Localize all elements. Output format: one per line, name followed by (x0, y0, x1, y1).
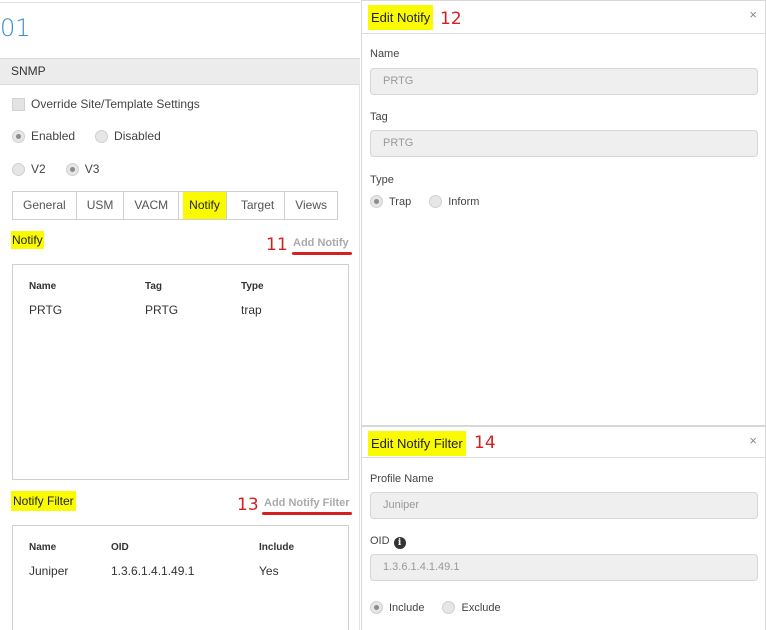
notify-col-tag: Tag (145, 281, 163, 292)
v3-label: V3 (84, 162, 100, 176)
filter-col-include: Include (259, 542, 295, 553)
trap-label: Trap (389, 195, 412, 208)
notify-list: Name Tag Type PRTG PRTG trap (12, 264, 349, 480)
notify-filter-section-title: Notify Filter (11, 491, 76, 511)
profile-name-field[interactable]: Juniper (370, 492, 758, 519)
notify-col-name: Name (29, 281, 57, 292)
v3-radio[interactable] (65, 162, 79, 176)
inform-radio[interactable] (429, 195, 443, 208)
filter-col-name: Name (29, 542, 57, 553)
disabled-label: Disabled (114, 129, 161, 143)
tab-vacm[interactable]: VACM (124, 192, 180, 219)
tag-label: Tag (370, 111, 388, 123)
edit-notify-filter-header: Edit Notify Filter 14 × (362, 427, 765, 458)
close-icon[interactable]: × (749, 433, 757, 448)
tab-general[interactable]: General (13, 192, 77, 219)
notify-filter-list: Name OID Include Juniper 1.3.6.1.4.1.49.… (12, 525, 349, 630)
enabled-label: Enabled (31, 129, 76, 143)
filter-col-oid: OID (111, 542, 129, 553)
annotation-11: 11 (266, 235, 288, 255)
snmp-section-header: SNMP (0, 58, 360, 85)
trap-radio[interactable] (370, 195, 383, 208)
oid-label-row: OID i (370, 535, 406, 549)
tab-views[interactable]: Views (285, 192, 337, 219)
type-label: Type (370, 174, 394, 186)
version-radio-group: V2 V3 (12, 162, 99, 176)
override-checkbox[interactable] (12, 97, 25, 111)
table-row[interactable]: PRTG PRTG trap (13, 299, 348, 321)
v2-label: V2 (31, 162, 46, 176)
tab-usm[interactable]: USM (77, 192, 125, 219)
add-notify-filter-link[interactable]: Add Notify Filter (264, 497, 350, 509)
annotation-underline-13 (262, 512, 352, 515)
tab-notify[interactable]: Notify (183, 192, 227, 219)
annotation-underline-11 (292, 252, 352, 255)
name-label: Name (370, 48, 400, 60)
annotation-12: 12 (440, 9, 462, 29)
name-field[interactable]: PRTG (370, 68, 758, 95)
state-radio-group: Enabled Disabled (12, 129, 161, 143)
include-label: Include (389, 601, 425, 614)
edit-notify-filter-panel: Edit Notify Filter 14 × Profile Name Jun… (361, 426, 766, 630)
page-title-fragment: 01 (0, 14, 31, 42)
oid-field[interactable]: 1.3.6.1.4.1.49.1 (370, 554, 758, 581)
notify-col-type: Type (241, 281, 264, 292)
notify-row-name: PRTG (29, 303, 63, 317)
tag-field[interactable]: PRTG (370, 130, 758, 157)
annotation-14: 14 (474, 433, 496, 453)
add-notify-link[interactable]: Add Notify (293, 237, 349, 249)
v2-radio[interactable] (12, 162, 25, 176)
close-icon[interactable]: × (749, 7, 757, 22)
include-radio-group: Include Exclude (370, 601, 501, 614)
include-radio[interactable] (370, 601, 383, 614)
tab-target[interactable]: Target (231, 192, 286, 219)
disabled-radio[interactable] (95, 129, 109, 143)
profile-name-label: Profile Name (370, 473, 434, 485)
oid-label: OID (370, 535, 390, 547)
filter-row-include: Yes (259, 564, 279, 578)
filter-row-name: Juniper (29, 564, 69, 578)
type-radio-group: Trap Inform (370, 195, 479, 208)
filter-row-oid: 1.3.6.1.4.1.49.1 (111, 564, 195, 578)
notify-row-tag: PRTG (145, 303, 179, 317)
enabled-radio[interactable] (12, 129, 25, 143)
edit-notify-panel: Edit Notify 12 × Name PRTG Tag PRTG Type… (361, 0, 766, 426)
info-icon[interactable]: i (393, 537, 406, 549)
exclude-radio[interactable] (442, 601, 456, 614)
notify-section-title: Notify (11, 231, 44, 249)
edit-notify-filter-title: Edit Notify Filter (368, 431, 466, 456)
exclude-label: Exclude (461, 601, 501, 614)
edit-notify-title: Edit Notify (368, 5, 434, 30)
override-label: Override Site/Template Settings (31, 97, 200, 111)
edit-notify-header: Edit Notify 12 × (362, 1, 765, 34)
inform-label: Inform (448, 195, 480, 208)
snmp-tab-bar: General USM VACM Notify Target Views (12, 191, 338, 220)
notify-row-type: trap (241, 303, 262, 317)
top-divider (0, 2, 360, 3)
annotation-13: 13 (237, 495, 259, 515)
table-row[interactable]: Juniper 1.3.6.1.4.1.49.1 Yes (13, 560, 348, 582)
override-checkbox-row[interactable]: Override Site/Template Settings (12, 97, 200, 111)
